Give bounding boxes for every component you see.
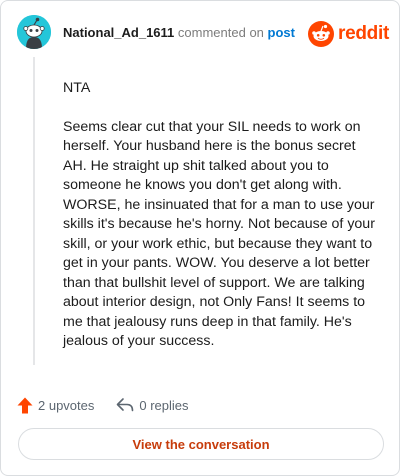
- commented-on-label: commented on: [177, 25, 264, 40]
- comment-card: National_Ad_1611 commented on post reddi…: [0, 0, 400, 476]
- comment-paragraph: NTA: [63, 80, 91, 96]
- reddit-alien-icon: [308, 21, 334, 47]
- comment-body: NTA Seems clear cut that your SIL needs …: [63, 79, 381, 371]
- username-link[interactable]: National_Ad_1611: [63, 25, 174, 40]
- view-conversation-button[interactable]: View the conversation: [18, 428, 384, 460]
- snoo-avatar-icon: [17, 15, 51, 49]
- comment-actions: 2 upvotes 0 replies: [17, 395, 189, 415]
- reddit-wordmark: reddit: [338, 23, 389, 44]
- thread-line[interactable]: [33, 57, 35, 365]
- upvote-count: 2 upvotes: [38, 397, 95, 413]
- upvote-button[interactable]: 2 upvotes: [17, 397, 94, 414]
- reply-arrow-icon: [117, 398, 134, 412]
- post-link[interactable]: post: [268, 25, 295, 40]
- upvote-arrow-icon: [17, 397, 33, 413]
- comment-paragraph: Seems clear cut that your SIL needs to w…: [63, 118, 375, 350]
- reply-count: 0 replies: [139, 397, 189, 413]
- comment-header: National_Ad_1611 commented on post: [63, 25, 295, 41]
- user-avatar[interactable]: [17, 15, 51, 49]
- reddit-logo[interactable]: reddit: [308, 21, 389, 47]
- reply-button[interactable]: 0 replies: [116, 397, 189, 413]
